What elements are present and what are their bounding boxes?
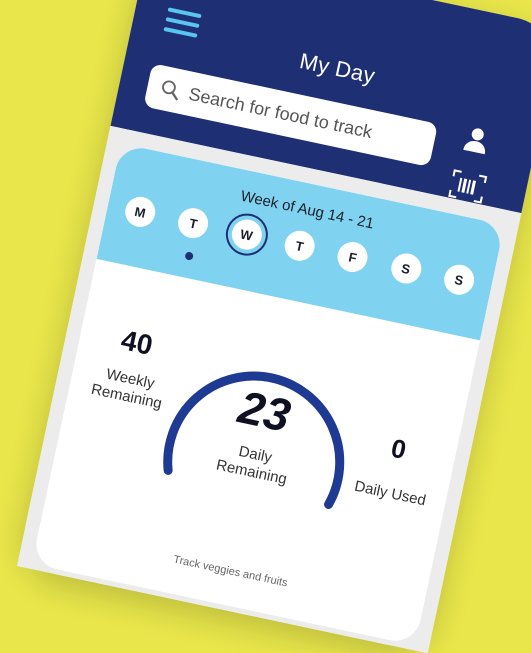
search-icon	[162, 80, 178, 101]
day-wednesday-selected[interactable]: W	[228, 216, 265, 253]
day-friday[interactable]: F	[335, 239, 371, 275]
day-sunday[interactable]: S	[441, 261, 477, 298]
daily-used-label: Daily Used	[352, 477, 428, 510]
day-monday[interactable]: M	[122, 194, 159, 230]
track-hint: Track veggies and fruits	[172, 553, 289, 590]
search-placeholder: Search for food to track	[186, 83, 375, 142]
user-profile-icon[interactable]	[459, 121, 495, 157]
today-indicator	[184, 251, 194, 261]
day-saturday[interactable]: S	[388, 250, 424, 287]
day-thursday[interactable]: T	[281, 228, 318, 264]
phone-frame: My Day Search for food to track Week of …	[16, 0, 531, 653]
day-tuesday[interactable]: T	[175, 205, 212, 242]
